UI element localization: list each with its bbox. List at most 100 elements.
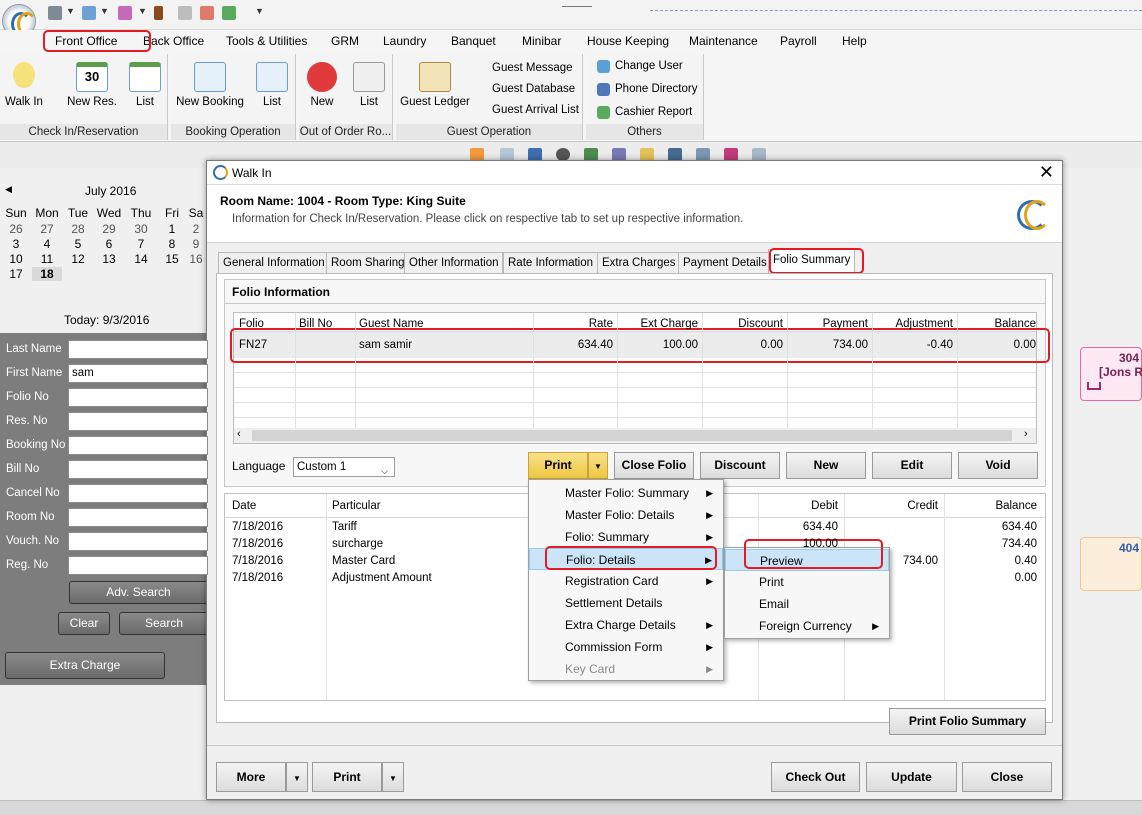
tab-general-information[interactable]: General Information (218, 252, 330, 273)
search-field-input[interactable] (68, 556, 208, 575)
door-icon[interactable] (154, 6, 163, 20)
clipboard-icon[interactable] (118, 6, 132, 20)
folio-header-rate[interactable]: Rate (540, 318, 613, 330)
menu-maintenance[interactable]: Maintenance (689, 34, 758, 48)
calendar-date[interactable]: 15 (157, 252, 187, 266)
trash-icon[interactable] (178, 6, 192, 20)
prev-month-icon[interactable]: ◀ (5, 184, 12, 195)
guest-ledger-button[interactable]: Guest Ledger (400, 62, 470, 108)
update-button[interactable]: Update (866, 762, 957, 792)
folio-header-guest-name[interactable]: Guest Name (359, 318, 424, 330)
search-field-input[interactable] (68, 484, 208, 503)
language-select[interactable]: Custom 1 ⌵ (293, 457, 395, 477)
void-button[interactable]: Void (958, 452, 1038, 479)
new-reservation-button[interactable]: 30 New Res. (66, 62, 118, 108)
guest-database-button[interactable]: Guest Database (492, 79, 575, 100)
print-button[interactable]: Print (528, 452, 588, 479)
calendar-date[interactable]: 6 (94, 237, 124, 251)
search-field-input[interactable] (68, 532, 208, 551)
new-button[interactable]: New (786, 452, 866, 479)
menu-minibar[interactable]: Minibar (522, 34, 561, 48)
close-button[interactable]: Close (962, 762, 1052, 792)
folio-header-folio[interactable]: Folio (239, 318, 264, 330)
menu-tools-utilities[interactable]: Tools & Utilities (226, 34, 307, 48)
booking-list-button[interactable]: List (255, 62, 289, 108)
print-submenu-item[interactable]: Foreign Currency ▶ (725, 615, 889, 637)
menu-help[interactable]: Help (842, 34, 867, 48)
calendar-date[interactable]: 27 (32, 222, 62, 236)
calendar-date[interactable]: 10 (1, 252, 31, 266)
calendar-date[interactable]: 26 (1, 222, 31, 236)
calendar-date[interactable]: 18 (32, 267, 62, 281)
chevron-down-icon[interactable]: ▼ (66, 6, 75, 16)
room-card[interactable]: 404 (1080, 537, 1142, 591)
search-field-input[interactable] (68, 388, 208, 407)
report-icon[interactable] (200, 6, 214, 20)
folio-header-adjustment[interactable]: Adjustment (875, 318, 953, 330)
check-icon[interactable] (222, 6, 236, 20)
guest-message-button[interactable]: Guest Message (492, 58, 573, 79)
folio-header-balance[interactable]: Balance (960, 318, 1036, 330)
folio-header-payment[interactable]: Payment (790, 318, 868, 330)
more-button[interactable]: More (216, 762, 286, 792)
chevron-down-icon[interactable]: ▼ (100, 6, 109, 16)
print-menu-item[interactable]: Registration Card ▶ (529, 570, 723, 592)
tab-other-information[interactable]: Other Information (404, 252, 504, 273)
out-of-order-new-button[interactable]: New (304, 62, 340, 108)
print-dropdown-button[interactable]: ▼ (588, 452, 608, 479)
tab-extra-charges[interactable]: Extra Charges (597, 252, 681, 273)
menu-house-keeping[interactable]: House Keeping (587, 34, 669, 48)
scrollbar-thumb[interactable] (252, 430, 1012, 441)
print-submenu-item[interactable]: Email (725, 593, 889, 615)
folio-header-discount[interactable]: Discount (705, 318, 783, 330)
menu-banquet[interactable]: Banquet (451, 34, 496, 48)
phone-directory-button[interactable]: Phone Directory (615, 79, 697, 100)
calendar-date[interactable]: 4 (32, 237, 62, 251)
tab-rate-information[interactable]: Rate Information (503, 252, 599, 273)
calendar-date[interactable]: 11 (32, 252, 62, 266)
calendar-date[interactable]: 12 (63, 252, 93, 266)
close-folio-button[interactable]: Close Folio (614, 452, 694, 479)
discount-button[interactable]: Discount (700, 452, 780, 479)
room-card[interactable]: 304 [Jons R (1080, 347, 1142, 401)
search-field-input[interactable] (68, 508, 208, 527)
print-menu-item[interactable]: Folio: Summary ▶ (529, 526, 723, 548)
print-footer-button[interactable]: Print (312, 762, 382, 792)
search-field-input[interactable] (68, 340, 208, 359)
more-dropdown-button[interactable]: ▼ (286, 762, 308, 792)
search-field-input[interactable]: sam (68, 364, 208, 383)
print-menu-item[interactable]: Master Folio: Details ▶ (529, 504, 723, 526)
scroll-right-icon[interactable]: › (1024, 428, 1028, 440)
chevron-down-icon[interactable]: ▼ (138, 6, 147, 16)
print-submenu-item[interactable]: Print (725, 571, 889, 593)
edit-button[interactable]: Edit (872, 452, 952, 479)
folio-header-ext-charge[interactable]: Ext Charge (620, 318, 698, 330)
print-folio-summary-button[interactable]: Print Folio Summary (889, 708, 1046, 735)
calendar-date[interactable]: 2 (186, 222, 206, 236)
out-of-order-list-button[interactable]: List (352, 62, 386, 108)
calendar-date[interactable]: 28 (63, 222, 93, 236)
menu-payroll[interactable]: Payroll (780, 34, 817, 48)
search-field-input[interactable] (68, 412, 208, 431)
advanced-search-button[interactable]: Adv. Search (69, 581, 208, 604)
database-icon[interactable] (48, 6, 62, 20)
menu-grm[interactable]: GRM (331, 34, 359, 48)
print-menu-item[interactable]: Extra Charge Details ▶ (529, 614, 723, 636)
search-field-input[interactable] (68, 436, 208, 455)
tab-room-sharing[interactable]: Room Sharing (326, 252, 410, 273)
reservation-list-button[interactable]: List (128, 62, 162, 108)
walk-in-button[interactable]: Walk In (4, 62, 44, 108)
clear-button[interactable]: Clear (58, 612, 110, 635)
calendar-date[interactable]: 9 (186, 237, 206, 251)
customize-dropdown-icon[interactable]: ▼ (255, 6, 264, 16)
guest-arrival-list-button[interactable]: Guest Arrival List (492, 100, 579, 121)
extra-charge-button[interactable]: Extra Charge (5, 652, 165, 679)
calendar-date[interactable]: 16 (186, 252, 206, 266)
print-footer-dropdown-button[interactable]: ▼ (382, 762, 404, 792)
menu-back-office[interactable]: Back Office (143, 34, 204, 48)
scroll-left-icon[interactable]: ‹ (237, 428, 241, 440)
menu-laundry[interactable]: Laundry (383, 34, 426, 48)
folio-header-bill-no[interactable]: Bill No (299, 318, 332, 330)
calendar-date[interactable]: 29 (94, 222, 124, 236)
close-icon[interactable]: ✕ (1039, 162, 1054, 183)
